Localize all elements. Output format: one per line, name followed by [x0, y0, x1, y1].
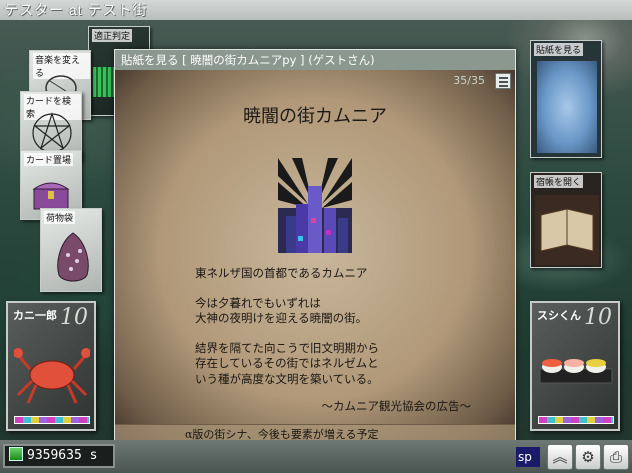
character-name-right: スシくん	[537, 309, 581, 322]
notice-line: 大神の夜明けを迎える暁闇の街。	[195, 311, 368, 325]
notice-title: 暁闇の街カムニア	[243, 106, 387, 127]
character-name-left: カニ一郎	[13, 309, 57, 322]
character-card-left[interactable]: カニ一郎 10	[6, 301, 96, 431]
notice-line: いう種が高度な文明を築いている。	[195, 371, 379, 386]
money-suffix: s	[89, 448, 98, 463]
money-display: 9359635 s	[3, 444, 115, 468]
crab-icon	[14, 348, 90, 404]
notice-dialog: 貼紙を見る [ 暁闇の街カムニアpy ] (ゲストさん) 35/35 暁闇の街カ…	[114, 49, 516, 467]
card-open-ledger[interactable]: 宿帳を開く	[530, 172, 602, 268]
window-title: テスター at テスト街	[4, 2, 148, 18]
city-illustration-icon	[278, 158, 352, 253]
sp-label: sp	[516, 447, 540, 467]
treasure-chest-icon	[32, 182, 70, 210]
character-cost-right: 10	[584, 305, 612, 330]
ledger-icon	[535, 195, 599, 265]
notice-signature: 〜カムニア観光協会の広告〜	[321, 399, 472, 413]
card-luggage-label: 荷物袋	[44, 211, 76, 224]
notice-line: 今は夕暮れでもいずれは	[195, 295, 321, 310]
notice-paragraph: 結界を隔てた向こうで旧文明期から 存在しているその街ではネルゼムと いう種が高度…	[195, 341, 495, 388]
notice-line: 結界を隔てた向こうで旧文明期から	[195, 340, 379, 355]
money-value: 9359635	[27, 448, 82, 463]
bag-icon	[57, 232, 89, 282]
character-gems-right	[538, 416, 614, 424]
menu-icon[interactable]	[495, 73, 511, 89]
card-storage-label: カード置場	[24, 153, 74, 166]
notice-line: 東ネルザ国の首都であるカムニア	[195, 266, 368, 280]
save-icon[interactable]: ⎙	[603, 444, 629, 470]
card-view-notice-label: 貼紙を見る	[534, 43, 584, 56]
card-open-ledger-label: 宿帳を開く	[534, 175, 584, 188]
window-title-bar: テスター at テスト街	[0, 0, 632, 20]
card-view-notice[interactable]: 貼紙を見る	[530, 40, 602, 158]
dialog-title: 貼紙を見る [ 暁闇の街カムニアpy ] (ゲストさん)	[115, 50, 515, 70]
character-cost-left: 10	[60, 305, 88, 330]
money-icon	[9, 447, 23, 461]
notice-paragraph: 東ネルザ国の首都であるカムニア	[195, 266, 495, 282]
page-counter: 35/35	[453, 74, 485, 87]
notice-paragraph: 今は夕暮れでもいずれは 大神の夜明けを迎える暁闇の街。	[195, 296, 495, 327]
card-luggage[interactable]: 荷物袋	[40, 208, 102, 292]
character-card-right[interactable]: スシくん 10	[530, 301, 620, 431]
gear-icon[interactable]: ⚙	[575, 444, 601, 470]
chevron-up-icon[interactable]: ︽	[547, 444, 573, 470]
notice-line: 存在しているその街ではネルゼムと	[195, 356, 379, 370]
sushi-icon	[539, 359, 613, 384]
notice-text: 東ネルザ国の首都であるカムニア 今は夕暮れでもいずれは 大神の夜明けを迎える暁闇…	[195, 266, 495, 401]
dialog-body: 35/35 暁闇の街カムニア 東ネルザ国の首都であるカムニア 今は夕暮れでもいず…	[115, 70, 515, 444]
character-gems-left	[14, 416, 90, 424]
notice-icon	[537, 61, 597, 153]
card-judge-label: 適正判定	[92, 29, 133, 42]
